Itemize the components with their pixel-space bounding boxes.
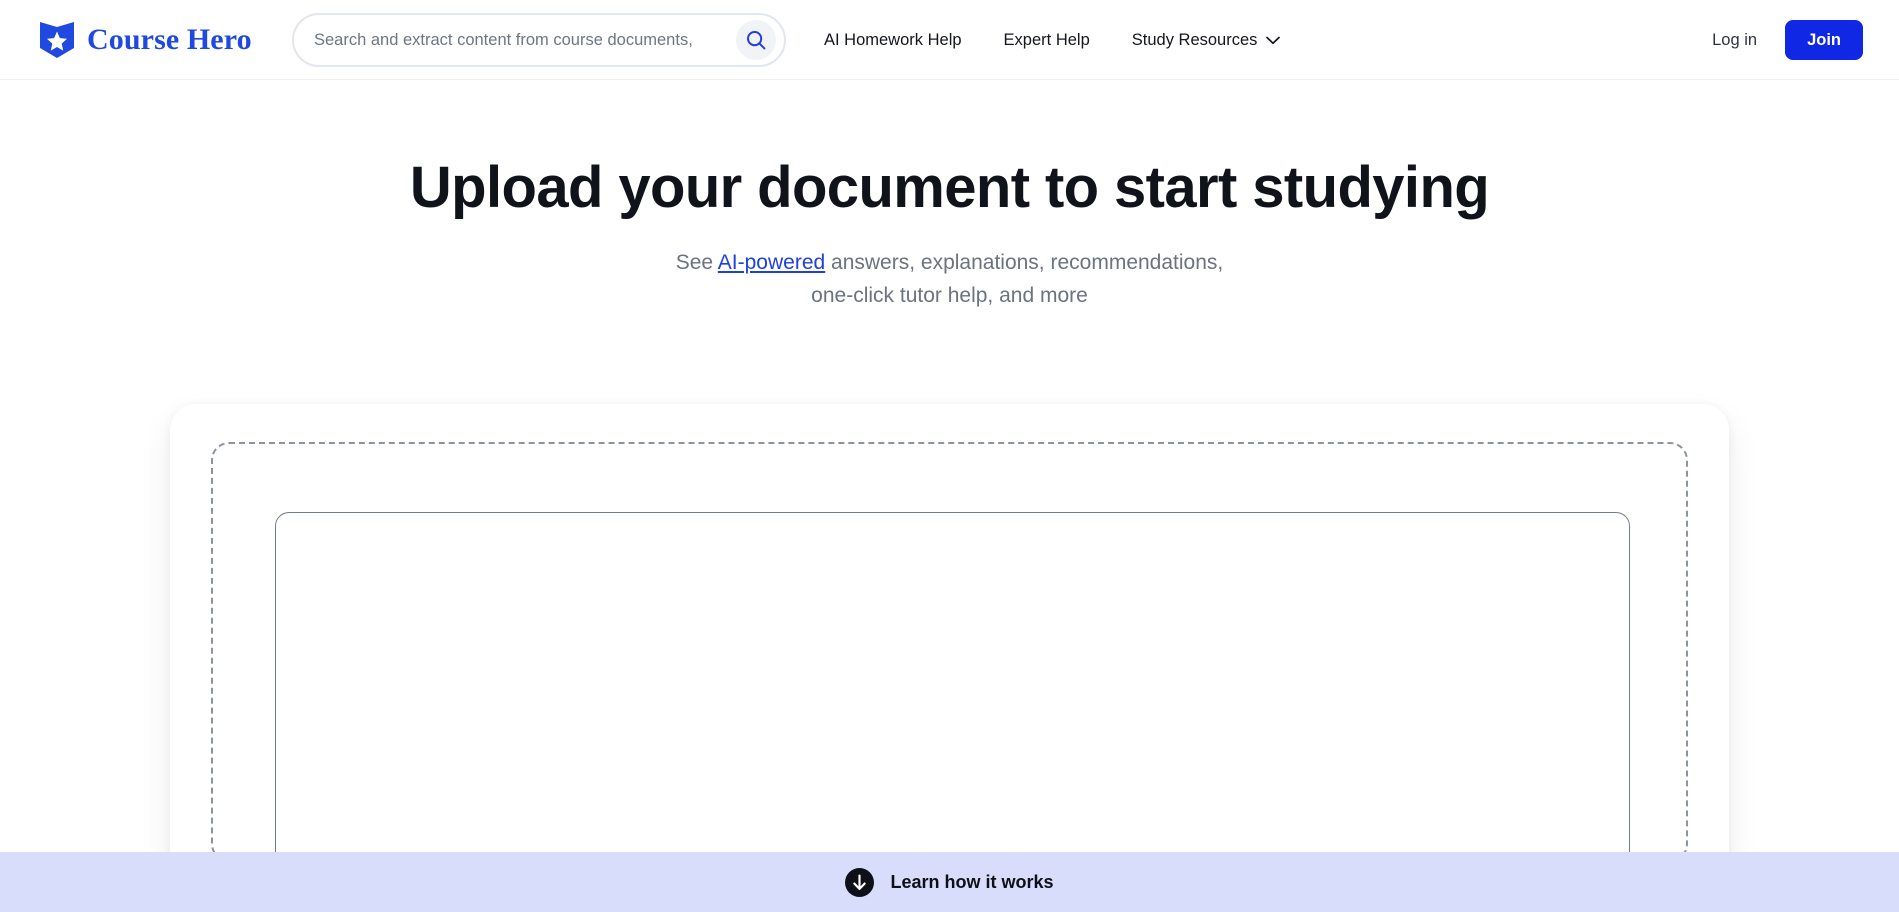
search-input[interactable] [314,25,742,55]
arrow-down-circle-icon [845,867,875,897]
upload-dropzone-dashed-border[interactable] [211,442,1688,874]
hero-subtitle: See AI-powered answers, explanations, re… [0,222,1899,312]
ai-powered-link[interactable]: AI-powered [718,251,825,274]
join-button[interactable]: Join [1785,20,1863,60]
search-bar[interactable] [292,13,786,67]
login-link[interactable]: Log in [1712,31,1757,50]
hero-subtitle-line-1: See AI-powered answers, explanations, re… [0,246,1899,279]
brand-name: Course Hero [87,22,252,56]
nav-label: Expert Help [1003,30,1090,49]
hero-subtitle-prefix: See [675,250,718,274]
page-root: Course Hero AI Homework Help Expert Help… [0,0,1899,912]
nav-item-ai-homework-help[interactable]: AI Homework Help [824,32,962,49]
hero-subtitle-line-2: one-click tutor help, and more [811,283,1088,307]
hero-subtitle-rest: answers, explanations, recommendations, [825,250,1224,274]
course-hero-logo[interactable]: Course Hero [38,20,252,60]
shield-star-icon [40,21,74,58]
nav-item-expert-help[interactable]: Expert Help [1004,32,1090,49]
page-title: Upload your document to start studying [409,155,1490,220]
nav-label: AI Homework Help [824,30,962,49]
document-preview-area[interactable] [275,512,1630,874]
banner-label: Learn how it works [890,872,1054,892]
search-icon [747,31,766,50]
nav-item-study-resources[interactable]: Study Resources [1132,32,1281,49]
upload-card[interactable] [170,404,1729,874]
learn-how-it-works-banner[interactable]: Learn how it works [0,852,1899,912]
primary-nav: AI Homework Help Expert Help Study Resou… [824,0,1281,80]
header-actions: Log in Join [1712,0,1863,80]
site-header: Course Hero AI Homework Help Expert Help… [0,0,1899,80]
chevron-down-icon [1266,36,1281,44]
nav-label: Study Resources [1131,30,1258,49]
search-submit-button[interactable] [736,20,776,60]
hero-section: Upload your document to start studying S… [0,80,1899,312]
